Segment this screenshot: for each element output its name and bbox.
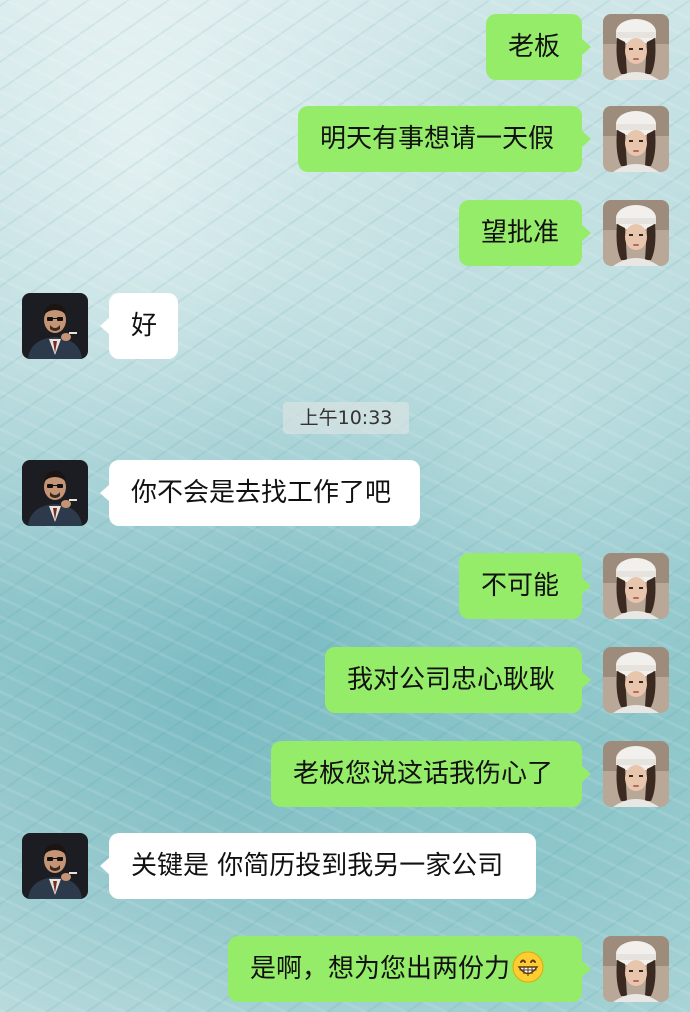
message-bubble[interactable]: 我对公司忠心耿耿	[325, 647, 591, 713]
message-bubble[interactable]: 不可能	[459, 553, 591, 619]
message-text: 是啊，想为您出两份力	[250, 954, 511, 984]
message-timestamp: 上午10:33	[283, 402, 409, 434]
avatar-image	[22, 293, 88, 359]
my-avatar[interactable]	[603, 553, 669, 619]
boss-avatar[interactable]	[22, 293, 88, 359]
message-bubble[interactable]: 关键是 你简历投到我另一家公司	[100, 833, 536, 899]
grinning-face-emoji-icon	[512, 951, 544, 983]
avatar-image	[603, 936, 669, 1002]
message-bubble[interactable]: 老板	[486, 14, 591, 80]
avatar-image	[22, 833, 88, 899]
my-avatar[interactable]	[603, 647, 669, 713]
avatar-image	[22, 460, 88, 526]
my-avatar[interactable]	[603, 106, 669, 172]
message-bubble[interactable]: 老板您说这话我伤心了	[271, 741, 591, 807]
avatar-image	[603, 106, 669, 172]
my-avatar[interactable]	[603, 936, 669, 1002]
message-bubble[interactable]: 是啊，想为您出两份力	[228, 936, 591, 1002]
message-bubble[interactable]: 你不会是去找工作了吧	[100, 460, 420, 526]
avatar-image	[603, 200, 669, 266]
avatar-image	[603, 647, 669, 713]
boss-avatar[interactable]	[22, 460, 88, 526]
my-avatar[interactable]	[603, 14, 669, 80]
message-bubble[interactable]: 望批准	[459, 200, 591, 266]
avatar-image	[603, 741, 669, 807]
avatar-image	[603, 14, 669, 80]
boss-avatar[interactable]	[22, 833, 88, 899]
my-avatar[interactable]	[603, 200, 669, 266]
my-avatar[interactable]	[603, 741, 669, 807]
avatar-image	[603, 553, 669, 619]
message-bubble[interactable]: 明天有事想请一天假	[298, 106, 591, 172]
message-bubble[interactable]: 好	[100, 293, 178, 359]
